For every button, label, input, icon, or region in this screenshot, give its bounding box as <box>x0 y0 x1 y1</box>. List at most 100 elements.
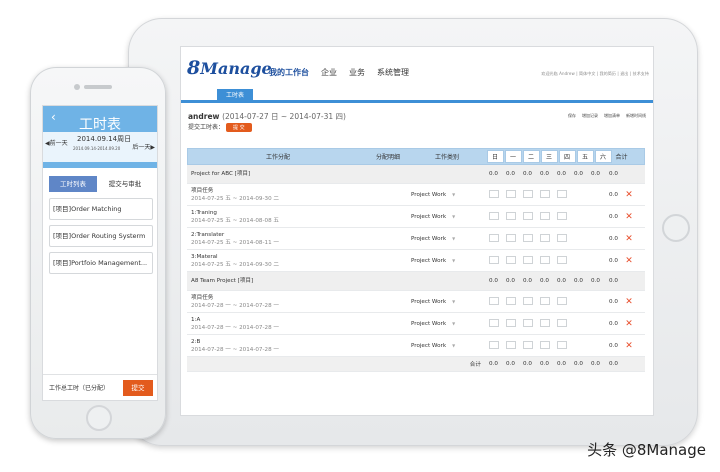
day-cell <box>519 255 536 266</box>
group-day-total: 0.0 <box>489 171 498 177</box>
hour-input[interactable] <box>539 189 550 198</box>
chevron-down-icon: ▼ <box>452 235 456 241</box>
hour-input[interactable] <box>488 318 499 327</box>
work-type-select[interactable]: Project Work ▼ <box>407 258 485 264</box>
logo[interactable]: 8Manage <box>187 57 272 79</box>
work-type-select[interactable]: Project Work ▼ <box>407 343 485 349</box>
submit-timesheet-button[interactable]: 提 交 <box>226 123 252 132</box>
close-icon[interactable]: ✕ <box>623 297 635 307</box>
work-type-select[interactable]: Project Work ▼ <box>407 214 485 220</box>
hour-input[interactable] <box>505 318 516 327</box>
close-icon[interactable]: ✕ <box>623 319 635 329</box>
day-cell <box>519 189 536 200</box>
close-icon[interactable]: ✕ <box>623 341 635 351</box>
nav-workbench[interactable]: 我的工作台 <box>269 67 309 78</box>
day-cell <box>485 296 502 307</box>
list-item[interactable]: [项目]Portfoio Management... <box>49 252 153 274</box>
prev-day-button[interactable]: ◀前一天 <box>45 138 68 147</box>
hour-input[interactable] <box>556 318 567 327</box>
submit-label: 提交工时表： <box>188 124 225 131</box>
hour-input[interactable] <box>556 255 567 264</box>
hour-input[interactable] <box>488 296 499 305</box>
hour-input[interactable] <box>488 211 499 220</box>
hour-input[interactable] <box>556 296 567 305</box>
hour-input[interactable] <box>488 340 499 349</box>
close-icon[interactable]: ✕ <box>623 190 635 200</box>
day-cell <box>536 189 553 200</box>
save-link[interactable]: 保存 <box>568 113 576 119</box>
close-icon[interactable]: ✕ <box>623 256 635 266</box>
hour-input[interactable] <box>522 340 533 349</box>
day-cell <box>553 189 570 200</box>
tab-submit-approve[interactable]: 提交与审批 <box>97 176 153 192</box>
work-type-select[interactable]: Project Work ▼ <box>407 236 485 242</box>
work-type-select[interactable]: Project Work ▼ <box>407 299 485 305</box>
hour-input[interactable] <box>522 211 533 220</box>
total-sum: 0.0 <box>609 361 618 367</box>
day-cell <box>536 296 553 307</box>
nav-enterprise[interactable]: 企业 <box>321 67 337 78</box>
task-name: 3:Materal <box>191 253 218 260</box>
close-icon[interactable]: ✕ <box>623 212 635 222</box>
work-type-select[interactable]: Project Work ▼ <box>407 321 485 327</box>
col-sum: 合计 <box>615 154 628 161</box>
add-record-link[interactable]: 增加记录 <box>582 113 598 119</box>
add-timeline-link[interactable]: 新增时间线 <box>626 113 646 119</box>
hour-input[interactable] <box>505 296 516 305</box>
group-day-total: 0.0 <box>540 278 549 284</box>
hour-input[interactable] <box>505 255 516 264</box>
work-type-select[interactable]: Project Work ▼ <box>407 192 485 198</box>
mobile-submit-button[interactable]: 提交 <box>123 380 153 396</box>
task-name: 1:Traning <box>191 209 217 216</box>
next-day-button[interactable]: 后一天▶ <box>132 142 155 151</box>
task-dates: 2014-07-28 一 ~ 2014-07-28 一 <box>191 302 280 309</box>
hour-input[interactable] <box>556 340 567 349</box>
group-day-total: 0.0 <box>591 171 600 177</box>
group-title: A8 Team Project [项目] <box>191 278 254 284</box>
hour-input[interactable] <box>539 233 550 242</box>
total-day: 0.0 <box>540 361 549 367</box>
hour-input[interactable] <box>505 233 516 242</box>
hour-input[interactable] <box>488 189 499 198</box>
hour-input[interactable] <box>539 340 550 349</box>
hour-input[interactable] <box>505 189 516 198</box>
add-list-link[interactable]: 增加清单 <box>604 113 620 119</box>
hour-input[interactable] <box>522 189 533 198</box>
hour-input[interactable] <box>539 255 550 264</box>
hour-input[interactable] <box>522 318 533 327</box>
nav-system[interactable]: 系统管理 <box>377 67 409 78</box>
tablet-screen: 8Manage 我的工作台 企业 业务 系统管理 欢迎光临 Andrew | 简… <box>180 46 654 416</box>
group-sum: 0.0 <box>609 171 618 177</box>
list-item[interactable]: [项目]Order Matching <box>49 198 153 220</box>
hour-input[interactable] <box>556 189 567 198</box>
close-icon[interactable]: ✕ <box>623 234 635 244</box>
hour-input[interactable] <box>539 318 550 327</box>
hour-input[interactable] <box>505 340 516 349</box>
day-cell <box>502 233 519 244</box>
day-cell <box>536 340 553 351</box>
hour-input[interactable] <box>539 296 550 305</box>
hour-input[interactable] <box>556 233 567 242</box>
hour-input[interactable] <box>522 255 533 264</box>
hour-input[interactable] <box>488 255 499 264</box>
group-day-total: 0.0 <box>574 171 583 177</box>
day-cell <box>502 255 519 266</box>
top-links[interactable]: 欢迎光临 Andrew | 简体中文 | 我的简历 | 退出 | 技术支持 <box>541 71 649 77</box>
grid-header: 工作分配 分配明细 工作类别 日 一 二 三 四 五 六 合计 <box>187 148 645 165</box>
list-item[interactable]: [项目]Order Routing Systerm <box>49 225 153 247</box>
hour-input[interactable] <box>522 296 533 305</box>
task-cell: 2:B 2014-07-28 一 ~ 2014-07-28 一 <box>187 338 367 354</box>
hour-input[interactable] <box>522 233 533 242</box>
hour-input[interactable] <box>539 211 550 220</box>
phone-screen: ‹ 工时表 ◀前一天 2014.09.14周日 2014.09.14-2014.… <box>42 105 158 401</box>
tablet-home-button[interactable] <box>662 214 690 242</box>
table-row: 1:Traning 2014-07-25 五 ~ 2014-08-08 五 Proj… <box>187 206 645 228</box>
hour-input[interactable] <box>488 233 499 242</box>
phone-home-button[interactable] <box>86 405 112 431</box>
tab-timesheet[interactable]: 工时表 <box>217 89 253 103</box>
hour-input[interactable] <box>505 211 516 220</box>
total-day: 0.0 <box>523 361 532 367</box>
nav-business[interactable]: 业务 <box>349 67 365 78</box>
tab-hours-list[interactable]: 工时列表 <box>49 176 97 192</box>
hour-input[interactable] <box>556 211 567 220</box>
